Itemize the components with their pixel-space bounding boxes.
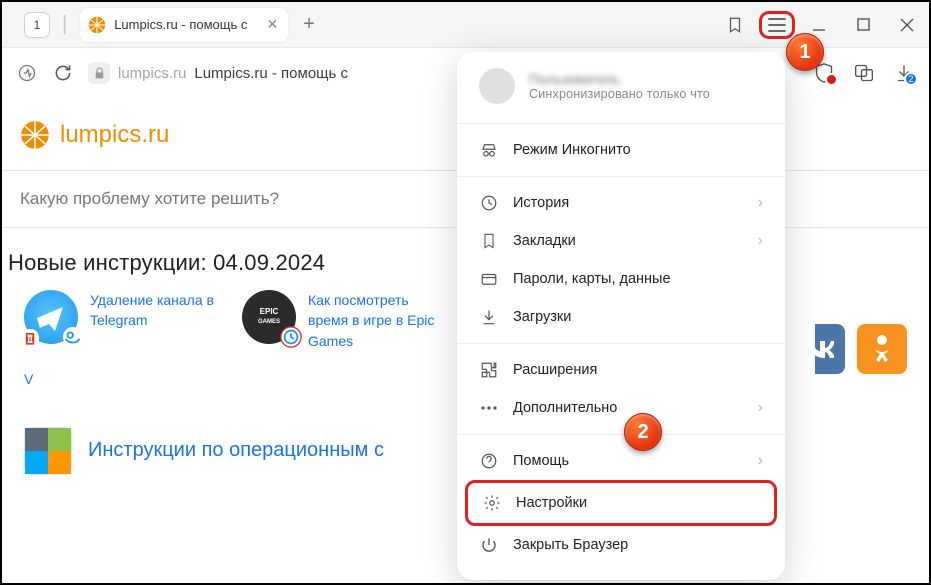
- card-icon: [479, 269, 499, 289]
- os-tiles-icon: [24, 427, 72, 475]
- chevron-right-icon: ›: [758, 232, 763, 250]
- window-maximize-button[interactable]: [841, 5, 885, 45]
- site-name: lumpics.ru: [60, 121, 169, 149]
- menu-label: Закрыть Браузер: [513, 537, 628, 553]
- step-marker-2: 2: [624, 413, 662, 451]
- menu-more[interactable]: Дополнительно ›: [457, 389, 785, 427]
- dots-icon: [479, 398, 499, 418]
- truncated-link[interactable]: V: [24, 371, 33, 387]
- menu-label: Режим Инкогнито: [513, 142, 631, 158]
- new-tab-button[interactable]: +: [303, 13, 315, 36]
- menu-close-browser[interactable]: Закрыть Браузер: [457, 526, 785, 564]
- tab-close-icon[interactable]: ✕: [266, 16, 278, 33]
- chevron-right-icon: ›: [758, 452, 763, 470]
- power-icon: [479, 535, 499, 555]
- search-placeholder: Какую проблему хотите решить?: [20, 189, 279, 208]
- profile-name: Пользователь: [529, 71, 710, 87]
- menu-passwords[interactable]: Пароли, карты, данные: [457, 260, 785, 298]
- incognito-icon: [479, 140, 499, 160]
- chevron-right-icon: ›: [758, 399, 763, 417]
- epic-thumb-icon: EPICGAMES: [242, 290, 296, 344]
- url-host: lumpics.ru: [118, 65, 186, 82]
- menu-label: Настройки: [516, 495, 587, 511]
- social-buttons: [795, 324, 907, 374]
- reload-button[interactable]: [52, 62, 74, 84]
- gear-icon: [482, 493, 502, 513]
- download-icon: [479, 307, 499, 327]
- menu-label: Дополнительно: [513, 400, 617, 416]
- avatar: [479, 68, 515, 104]
- bookmark-icon: [479, 231, 499, 251]
- lock-icon: [88, 62, 110, 84]
- menu-help[interactable]: Помощь ›: [457, 442, 785, 480]
- chevron-right-icon: ›: [758, 194, 763, 212]
- downloads-icon[interactable]: 2: [893, 62, 915, 84]
- menu-incognito[interactable]: Режим Инкогнито: [457, 131, 785, 169]
- menu-label: История: [513, 195, 569, 211]
- os-instructions-label: Инструкции по операционным с: [88, 439, 384, 462]
- menu-bookmarks[interactable]: Закладки ›: [457, 222, 785, 260]
- menu-label: Расширения: [513, 362, 597, 378]
- menu-downloads[interactable]: Загрузки: [457, 298, 785, 336]
- window-close-button[interactable]: [885, 5, 929, 45]
- menu-profile[interactable]: Пользователь Синхронизировано только что: [457, 62, 785, 116]
- menu-label: Помощь: [513, 453, 569, 469]
- article-card[interactable]: Удаление канала в Telegram: [24, 290, 224, 351]
- menu-label: Закладки: [513, 233, 576, 249]
- menu-extensions[interactable]: Расширения: [457, 351, 785, 389]
- separator: |: [62, 13, 67, 36]
- main-menu-dropdown: Пользователь Синхронизировано только что…: [457, 52, 785, 580]
- menu-settings[interactable]: Настройки: [478, 489, 764, 517]
- sidebar-toggle-icon[interactable]: [16, 62, 38, 84]
- puzzle-icon: [479, 360, 499, 380]
- bookmark-outline-icon[interactable]: [713, 5, 757, 45]
- article-link[interactable]: Как посмотреть время в игре в Epic Games: [308, 290, 442, 351]
- history-icon: [479, 193, 499, 213]
- orange-slice-icon: [20, 120, 50, 150]
- article-card[interactable]: EPICGAMES Как посмотреть время в игре в …: [242, 290, 442, 351]
- vk-button[interactable]: [795, 324, 845, 374]
- url-title: Lumpics.ru - помощь с: [194, 65, 348, 82]
- article-link[interactable]: Удаление канала в Telegram: [90, 290, 224, 331]
- tab-title: Lumpics.ru - помощь с: [114, 17, 258, 32]
- ok-button[interactable]: [857, 324, 907, 374]
- translate-icon[interactable]: [853, 62, 875, 84]
- telegram-thumb-icon: [24, 290, 78, 344]
- help-icon: [479, 451, 499, 471]
- tab-counter[interactable]: 1: [24, 12, 50, 38]
- browser-tab[interactable]: Lumpics.ru - помощь с ✕: [79, 7, 289, 43]
- menu-history[interactable]: История ›: [457, 184, 785, 222]
- profile-sync-status: Синхронизировано только что: [529, 87, 710, 101]
- menu-label: Загрузки: [513, 309, 571, 325]
- site-favicon-icon: [88, 16, 106, 34]
- step-marker-1: 1: [786, 33, 824, 71]
- menu-label: Пароли, карты, данные: [513, 271, 671, 287]
- hamburger-icon: [768, 18, 786, 32]
